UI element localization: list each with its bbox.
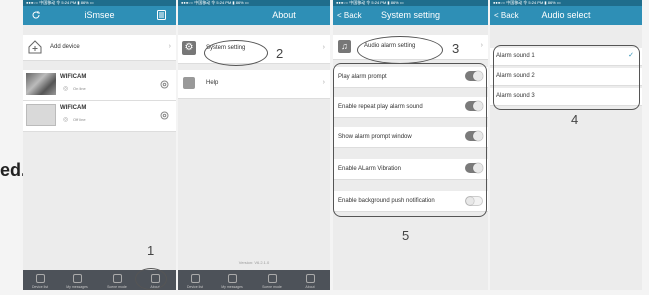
device-list-icon	[190, 274, 200, 283]
tab-device-list[interactable]: Device list	[25, 274, 55, 289]
gear-icon: ⚙	[182, 41, 196, 55]
camera-thumbnail	[26, 104, 56, 126]
annotation-number: 5	[402, 228, 410, 243]
page-title: Audio select	[541, 10, 591, 20]
gear-icon[interactable]	[159, 79, 170, 90]
book-icon	[183, 77, 195, 89]
menu-item-label: Help	[206, 80, 219, 86]
screen-audio-select: ●●●○○ 中国移动 令 5:24 PM ▮ 86% ▭ < Back Audi…	[490, 0, 642, 290]
add-device-row[interactable]: Add device ›	[23, 35, 176, 61]
location-pin-icon: ◎	[63, 117, 69, 123]
chevron-right-icon: ›	[168, 43, 171, 50]
device-list-icon	[35, 274, 45, 283]
nav-bar: iSmsee	[23, 6, 176, 25]
home-plus-icon	[28, 40, 42, 54]
page-title: System setting	[380, 10, 441, 20]
scene-icon	[112, 274, 122, 283]
chevron-right-icon: ›	[322, 44, 325, 51]
tab-about[interactable]: About	[295, 274, 325, 289]
device-name: WIFICAM	[60, 74, 87, 80]
edit-list-icon[interactable]	[157, 10, 166, 20]
tab-device-list[interactable]: Device list	[180, 274, 210, 289]
tab-bar: Device list My messages Scene mode About	[178, 270, 330, 290]
nav-bar: < Back System setting	[333, 6, 488, 25]
annotation-number: 1	[147, 243, 155, 258]
gear-icon[interactable]	[159, 110, 170, 121]
device-row[interactable]: WIFICAM ◎ Off line	[23, 101, 176, 132]
annotation-number: 2	[276, 46, 284, 61]
annotation-box	[493, 45, 640, 110]
device-name: WIFICAM	[60, 105, 87, 111]
page-title: About	[272, 10, 296, 20]
bell-icon: ♫	[338, 40, 351, 53]
location-pin-icon: ◎	[63, 86, 69, 92]
page-title: iSmsee	[84, 10, 115, 20]
annotation-ellipse	[357, 36, 443, 64]
tab-my-messages[interactable]: My messages	[217, 274, 247, 289]
scene-icon	[267, 274, 277, 283]
version-label: Version: V6.2.1.0	[238, 260, 270, 265]
nav-bar: < Back Audio select	[490, 6, 642, 25]
annotation-ellipse	[204, 40, 268, 66]
device-status: On line	[73, 86, 86, 91]
tab-scene-mode[interactable]: Scene mode	[102, 274, 132, 289]
about-icon	[305, 274, 315, 283]
tab-my-messages[interactable]: My messages	[62, 274, 92, 289]
nav-bar: About	[178, 6, 330, 25]
chevron-right-icon: ›	[480, 42, 483, 49]
menu-item-help[interactable]: Help ›	[178, 70, 330, 99]
annotation-box	[333, 63, 487, 217]
annotation-circle	[135, 268, 167, 290]
add-device-label: Add device	[50, 44, 80, 50]
annotation-number: 4	[571, 112, 579, 127]
messages-icon	[72, 274, 82, 283]
annotation-number: 3	[452, 41, 460, 56]
messages-icon	[227, 274, 237, 283]
device-status: Off line	[73, 117, 86, 122]
tab-scene-mode[interactable]: Scene mode	[257, 274, 287, 289]
device-row[interactable]: WIFICAM ◎ On line	[23, 70, 176, 101]
chevron-right-icon: ›	[322, 79, 325, 86]
camera-thumbnail	[26, 73, 56, 95]
